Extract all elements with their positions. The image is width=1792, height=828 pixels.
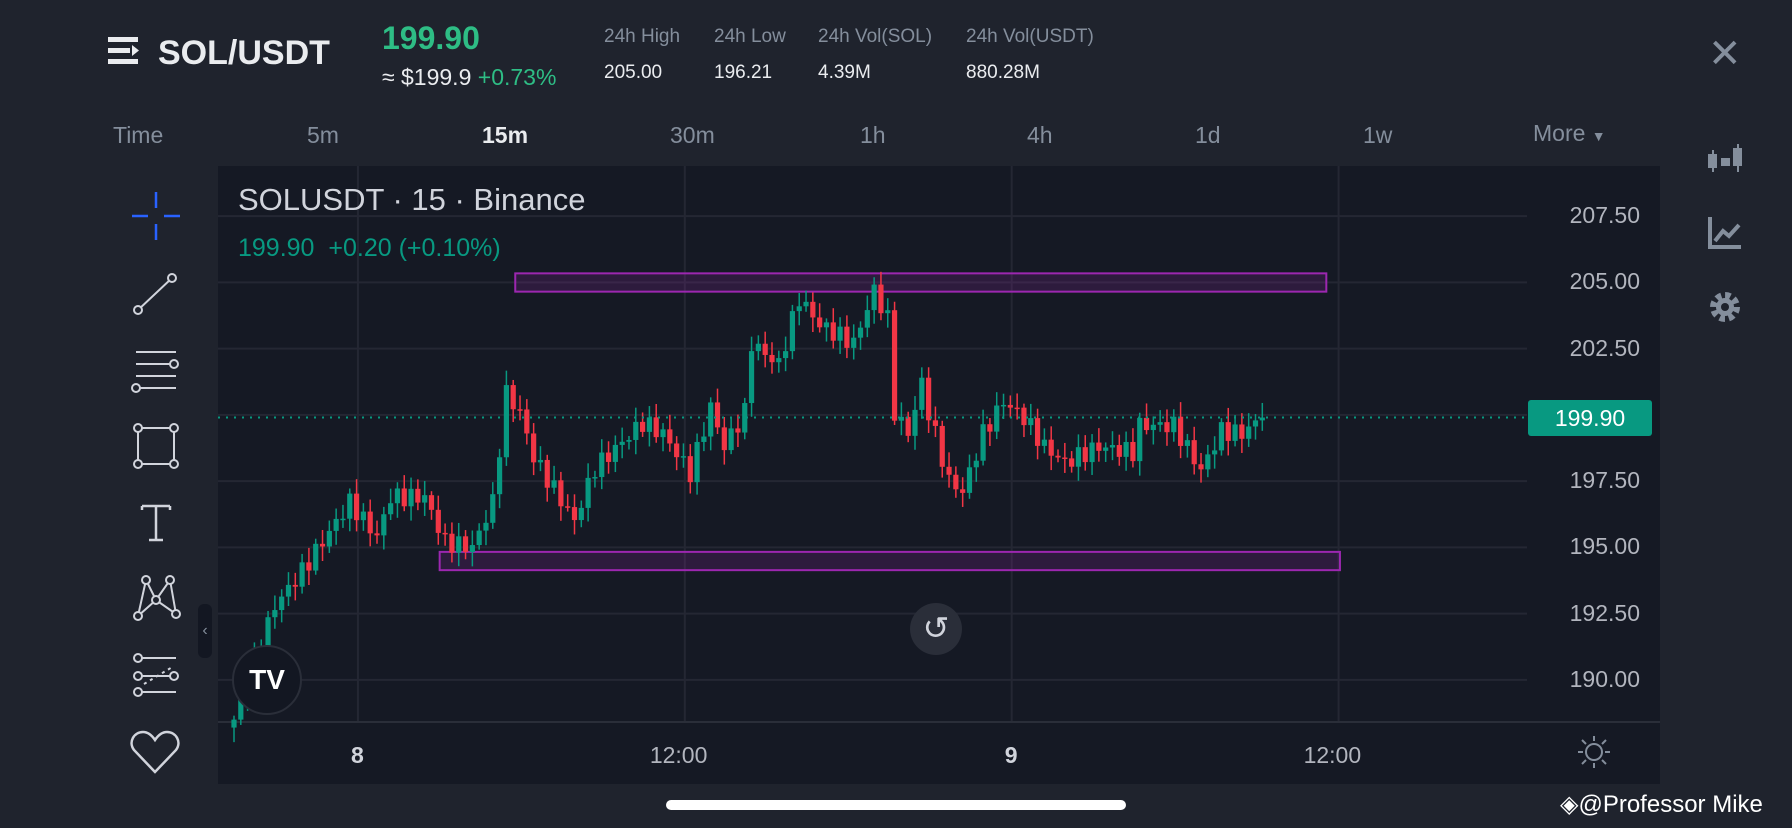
indicator-icon[interactable] — [1705, 213, 1745, 253]
approx-usd: ≈ $199.9 +0.73% — [382, 64, 556, 91]
candles-icon[interactable] — [1705, 140, 1745, 180]
time-axis-label: 8 — [350, 742, 364, 768]
stat-label: 24h Low — [714, 26, 786, 47]
tab-15m[interactable]: 15m — [482, 122, 528, 149]
stat-label: 24h High — [604, 26, 681, 47]
price-axis-label: 192.50 — [1569, 599, 1640, 626]
menu-icon[interactable] — [108, 36, 142, 66]
tab-time[interactable]: Time — [113, 122, 163, 149]
rectangle-icon[interactable] — [130, 420, 182, 472]
trend-line-icon[interactable] — [130, 268, 182, 320]
stat-label: 24h Vol(SOL) — [818, 26, 933, 47]
stat-label: 24h Vol(USDT) — [966, 26, 1094, 47]
time-axis-label: 12:00 — [649, 742, 708, 768]
last-price: 199.90 — [382, 20, 480, 56]
more-dropdown[interactable]: More ▼ — [1533, 120, 1606, 147]
text-tool-icon[interactable] — [130, 496, 182, 548]
legend-last: 199.90 — [238, 234, 315, 262]
stat-value: 196.21 — [714, 62, 773, 83]
tab-1d[interactable]: 1d — [1195, 122, 1221, 149]
pattern-icon[interactable] — [130, 572, 182, 624]
horizontal-lines-icon[interactable] — [130, 346, 182, 398]
settings-gear-icon[interactable] — [1705, 287, 1745, 327]
price-change-legend: 199.90 +0.20 (+0.10%) — [238, 234, 501, 263]
close-icon[interactable]: ✕ — [1708, 34, 1742, 74]
stat-value: 880.28M — [966, 62, 1040, 83]
caret-down-icon: ▼ — [1591, 128, 1606, 144]
watermark: ◈@Professor Mike — [1560, 790, 1763, 819]
fib-tool-icon[interactable] — [130, 650, 182, 702]
approx-value: ≈ $199.9 — [382, 64, 472, 90]
time-axis-label: 12:00 — [1303, 742, 1362, 768]
stat-value: 4.39M — [818, 62, 871, 83]
tab-1h[interactable]: 1h — [860, 122, 886, 149]
price-axis-label: 202.50 — [1569, 334, 1640, 361]
time-axis-settings-icon[interactable] — [1576, 734, 1612, 770]
binance-logo-icon: ◈ — [1560, 791, 1579, 818]
time-axis-label: 9 — [1004, 742, 1018, 768]
tradingview-logo[interactable]: TV — [232, 645, 302, 715]
tab-30m[interactable]: 30m — [670, 122, 715, 149]
legend-change: +0.20 (+0.10%) — [328, 234, 501, 262]
home-indicator[interactable] — [666, 800, 1126, 810]
price-axis-label: 190.00 — [1569, 665, 1640, 692]
tab-1w[interactable]: 1w — [1363, 122, 1392, 149]
pair-title[interactable]: SOL/USDT — [158, 34, 330, 73]
stat-value: 205.00 — [604, 62, 663, 83]
favorites-heart-icon[interactable] — [128, 728, 182, 776]
price-axis-label: 197.50 — [1569, 467, 1640, 494]
price-axis-label: 205.00 — [1569, 268, 1640, 295]
reset-chart-icon[interactable]: ↺ — [910, 603, 962, 655]
price-axis-label: 195.00 — [1569, 533, 1640, 560]
crosshair-icon[interactable] — [130, 190, 182, 242]
collapse-toolbar-chevron-icon[interactable]: ‹ — [198, 604, 212, 658]
tab-4h[interactable]: 4h — [1027, 122, 1053, 149]
price-axis-label: 207.50 — [1569, 202, 1640, 229]
tab-5m[interactable]: 5m — [307, 122, 339, 149]
symbol-legend: SOLUSDT · 15 · Binance — [238, 182, 586, 217]
change-percent: +0.73% — [477, 64, 557, 90]
more-label: More — [1533, 120, 1586, 146]
watermark-text: @Professor Mike — [1578, 791, 1763, 818]
last-price-tag: 199.90 — [1528, 399, 1652, 436]
